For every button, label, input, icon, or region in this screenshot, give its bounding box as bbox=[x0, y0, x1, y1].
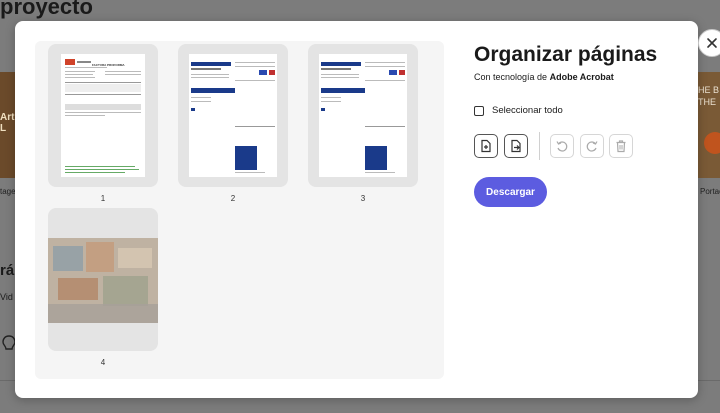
page-thumbnail[interactable] bbox=[178, 44, 288, 187]
page-number: 1 bbox=[100, 194, 106, 203]
close-icon bbox=[707, 38, 717, 48]
insert-page-button[interactable] bbox=[474, 134, 498, 158]
background-card-right-caption: Portac bbox=[700, 187, 720, 196]
rotate-right-icon bbox=[586, 141, 598, 152]
delete-button[interactable] bbox=[609, 134, 633, 158]
background-section-subtitle: Vid bbox=[0, 292, 13, 302]
page-thumbnail[interactable] bbox=[308, 44, 418, 187]
page-thumbnail[interactable] bbox=[48, 208, 158, 351]
download-button[interactable]: Descargar bbox=[474, 177, 547, 207]
background-card-right-text: HE B THE bbox=[698, 85, 720, 107]
dialog-subtitle: Con tecnología de Adobe Acrobat bbox=[474, 72, 614, 82]
page-thumbnails-panel: FACTURA PROFORMA 1 2 3 4 bbox=[35, 41, 444, 379]
background-card-left-caption: tage bbox=[0, 187, 16, 196]
background-page-title: proyecto bbox=[0, 0, 93, 19]
rotate-left-icon bbox=[556, 141, 568, 152]
page-number: 4 bbox=[100, 358, 106, 367]
dialog-title: Organizar páginas bbox=[474, 43, 658, 66]
subtitle-brand: Adobe Acrobat bbox=[549, 72, 614, 82]
page-preview-photo bbox=[48, 238, 158, 323]
background-bulb-icon bbox=[2, 334, 16, 359]
page-thumbnail[interactable]: FACTURA PROFORMA bbox=[48, 44, 158, 187]
select-all-label: Seleccionar todo bbox=[492, 105, 563, 116]
page-preview-title: FACTURA PROFORMA bbox=[92, 62, 125, 67]
rotate-right-button[interactable] bbox=[580, 134, 604, 158]
insert-page-icon bbox=[481, 139, 491, 153]
page-preview bbox=[319, 54, 407, 177]
close-button[interactable] bbox=[698, 29, 720, 57]
delete-icon bbox=[616, 140, 626, 153]
rotate-left-button[interactable] bbox=[550, 134, 574, 158]
toolbar-divider bbox=[539, 132, 540, 160]
page-number: 2 bbox=[230, 194, 236, 203]
subtitle-prefix: Con tecnología de bbox=[474, 72, 548, 82]
background-card-right: HE B THE bbox=[698, 72, 720, 178]
select-all-checkbox[interactable]: Seleccionar todo bbox=[474, 105, 563, 116]
background-card-left: Art L bbox=[0, 72, 16, 178]
page-number: 3 bbox=[360, 194, 366, 203]
extract-page-button[interactable] bbox=[504, 134, 528, 158]
extract-page-icon bbox=[511, 139, 521, 153]
page-preview: FACTURA PROFORMA bbox=[61, 54, 145, 177]
background-card-right-graphic bbox=[704, 132, 720, 154]
page-preview bbox=[189, 54, 277, 177]
organize-pages-dialog: FACTURA PROFORMA 1 2 3 4 Organizar págin… bbox=[15, 21, 720, 398]
background-card-left-text: Art L bbox=[0, 112, 15, 134]
checkbox-box[interactable] bbox=[474, 105, 484, 116]
